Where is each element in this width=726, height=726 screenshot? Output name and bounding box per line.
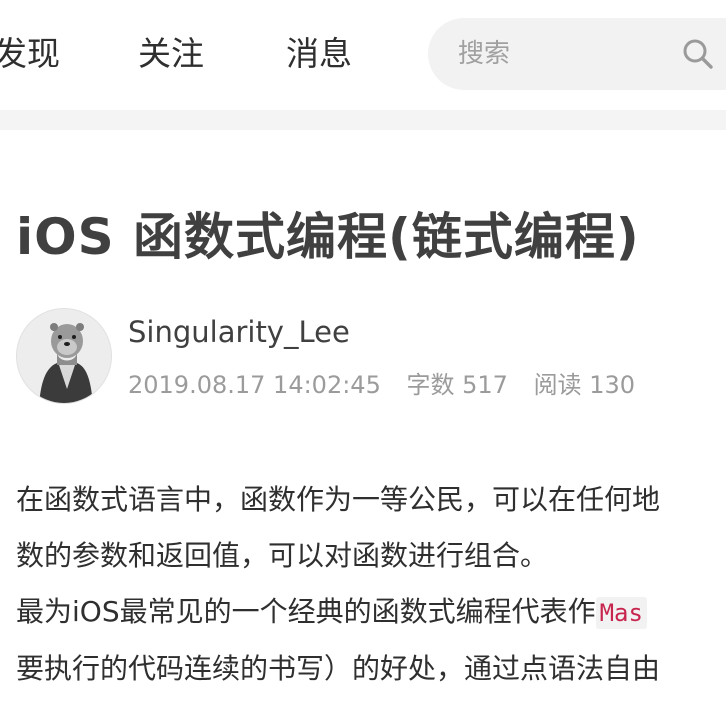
- nav-discover[interactable]: 发现: [0, 33, 60, 75]
- body-line-text: 最为iOS最常见的一个经典的函数式编程代表作: [16, 595, 596, 628]
- search-box: [428, 18, 726, 90]
- author-name[interactable]: Singularity_Lee: [128, 312, 350, 352]
- body-line: 最为iOS最常见的一个经典的函数式编程代表作 Mas: [16, 584, 726, 641]
- body-line: 要执行的代码连续的书写）的好处，通过点语法自由: [16, 652, 661, 685]
- article-body: 在函数式语言中，函数作为一等公民，可以在任何地 数的参数和返回值，可以对函数进行…: [16, 472, 726, 697]
- search-icon[interactable]: [682, 38, 714, 70]
- nav-messages[interactable]: 消息: [286, 33, 352, 75]
- read-count: 阅读 130: [533, 371, 635, 399]
- author-avatar[interactable]: [16, 308, 112, 404]
- inline-code: Mas: [595, 597, 647, 629]
- otter-avatar-icon: [17, 309, 111, 403]
- top-navigation-bar: 发现 关注 消息: [0, 0, 726, 110]
- word-count: 字数 517: [406, 371, 508, 399]
- nav-follow[interactable]: 关注: [138, 33, 204, 75]
- header-divider: [0, 110, 726, 130]
- article-title: iOS 函数式编程(链式编程): [16, 208, 640, 266]
- article-meta: 2019.08.17 14:02:45 字数 517 阅读 130: [128, 368, 653, 402]
- page: 发现 关注 消息 iOS 函数式编程(链式编程): [0, 0, 726, 726]
- body-line: 在函数式语言中，函数作为一等公民，可以在任何地: [16, 483, 661, 516]
- search-input[interactable]: [458, 36, 658, 72]
- body-line: 数的参数和返回值，可以对函数进行组合。: [16, 539, 549, 572]
- publish-datetime: 2019.08.17 14:02:45: [128, 371, 381, 399]
